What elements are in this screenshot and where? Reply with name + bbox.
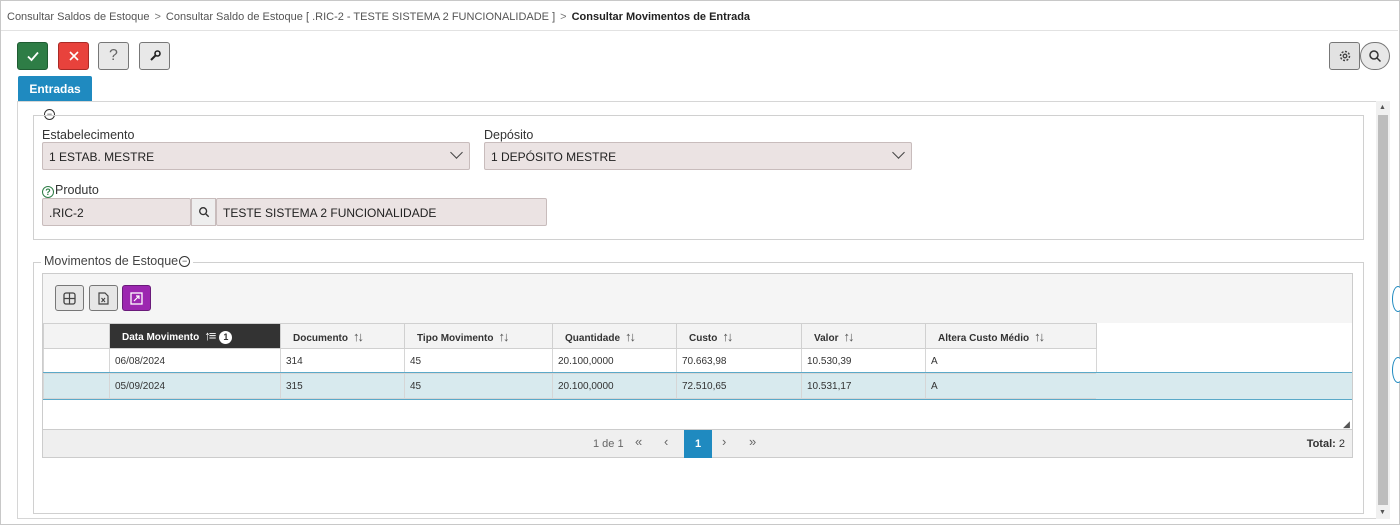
column-header-altera-custo-medio[interactable]: Altera Custo Médio ↑↓ <box>925 323 1097 349</box>
help-icon[interactable]: ? <box>42 186 54 198</box>
table-cell: A <box>925 373 1097 399</box>
table-cell: 06/08/2024 <box>109 348 281 374</box>
sort-icon: ↑↓ <box>353 328 364 344</box>
table-cell: 315 <box>280 373 405 399</box>
scrollbar-thumb[interactable] <box>1378 115 1388 505</box>
sort-order-badge: 1 <box>219 330 233 344</box>
column-header-custo[interactable]: Custo ↑↓ <box>676 323 802 349</box>
sort-icon: ↑↓ <box>625 328 636 344</box>
side-handle-icon[interactable] <box>1392 357 1400 383</box>
row-select-cell[interactable] <box>43 348 110 374</box>
sort-icon: ↑↓ <box>498 328 509 344</box>
table-cell: 20.100,0000 <box>552 348 677 374</box>
selected-row-fill <box>1096 373 1352 399</box>
movimentos-title: Movimentos de Estoque <box>44 254 179 268</box>
settings-button[interactable] <box>1329 42 1360 70</box>
previous-page-button[interactable]: ‹ <box>664 434 668 449</box>
movimentos-legend: Movimentos de Estoque − <box>41 254 194 268</box>
sort-ascending-icon: ↑≡ <box>204 328 216 344</box>
search-icon <box>1369 50 1382 63</box>
column-header-tipo-movimento[interactable]: Tipo Movimento ↑↓ <box>404 323 553 349</box>
table-header-row: Data Movimento ↑≡ 1 Documento ↑↓ Tipo Movim… <box>43 323 1097 349</box>
table-row[interactable]: 05/09/2024 315 45 20.100,0000 72.510,65 … <box>43 373 1097 399</box>
breadcrumb: Consultar Saldos de Estoque > Consultar Sa… <box>7 11 750 23</box>
table-cell: 45 <box>404 373 553 399</box>
tab-entradas[interactable]: Entradas <box>18 76 92 101</box>
breadcrumb-item-saldo[interactable]: Consultar Saldo de Estoque [ .RIC-2 - TE… <box>166 11 555 23</box>
first-page-button[interactable]: « <box>635 434 642 449</box>
movimentos-collapse-icon[interactable]: − <box>179 255 191 267</box>
chevron-down-icon <box>450 146 463 159</box>
scroll-down-icon[interactable]: ▼ <box>1379 509 1386 516</box>
selected-row-border-bottom <box>43 399 1352 400</box>
row-select-cell[interactable] <box>43 373 110 399</box>
total-count: Total: 2 <box>1307 438 1345 450</box>
table-cell: 45 <box>404 348 553 374</box>
sort-icon: ↑↓ <box>843 328 854 344</box>
produto-label: Produto <box>55 183 99 197</box>
search-icon <box>198 207 209 218</box>
help-button[interactable]: ? <box>98 42 129 70</box>
page-info: 1 de 1 <box>593 438 624 450</box>
cancel-button[interactable] <box>58 42 89 70</box>
breadcrumb-item-saldos[interactable]: Consultar Saldos de Estoque <box>7 11 149 23</box>
sort-icon: ↑↓ <box>722 328 733 344</box>
table-cell: 70.663,98 <box>676 348 802 374</box>
table-cell: 72.510,65 <box>676 373 802 399</box>
table-cell: 10.530,39 <box>801 348 926 374</box>
last-page-button[interactable]: » <box>749 434 756 449</box>
column-header-valor[interactable]: Valor ↑↓ <box>801 323 926 349</box>
produto-code-input[interactable]: .RIC-2 <box>42 198 191 226</box>
column-chooser-button[interactable] <box>55 285 84 311</box>
table-cell: 10.531,17 <box>801 373 926 399</box>
column-header-documento[interactable]: Documento ↑↓ <box>280 323 405 349</box>
table-cell: 20.100,0000 <box>552 373 677 399</box>
total-label: Total: <box>1306 438 1336 450</box>
breadcrumb-separator: > <box>154 11 161 23</box>
vertical-scrollbar[interactable]: ▲ ▼ <box>1376 101 1390 519</box>
table-cell: A <box>925 348 1097 374</box>
table-cell: 314 <box>280 348 405 374</box>
confirm-button[interactable] <box>17 42 48 70</box>
produto-label-wrap: ? Produto <box>42 183 99 198</box>
wrench-icon <box>149 50 161 61</box>
movimentos-table: Data Movimento ↑≡ 1 Documento ↑↓ Tipo Movim… <box>43 323 1097 399</box>
breadcrumb-separator: > <box>560 11 567 23</box>
pagination-bar: 1 de 1 « ‹ 1 › » Total: 2 <box>43 429 1352 458</box>
check-icon <box>26 51 39 62</box>
column-header-quantidade[interactable]: Quantidade ↑↓ <box>552 323 677 349</box>
side-handle-icon[interactable] <box>1392 286 1400 312</box>
estabelecimento-value: 1 ESTAB. MESTRE <box>49 150 155 164</box>
expand-icon <box>130 291 143 305</box>
estabelecimento-select[interactable]: 1 ESTAB. MESTRE <box>42 142 470 170</box>
excel-file-icon <box>98 291 109 305</box>
deposito-value: 1 DEPÓSITO MESTRE <box>491 150 617 164</box>
scroll-up-icon[interactable]: ▲ <box>1379 104 1386 111</box>
sort-icon: ↑↓ <box>1034 328 1045 344</box>
next-page-button[interactable]: › <box>722 434 726 449</box>
deposito-select[interactable]: 1 DEPÓSITO MESTRE <box>484 142 912 170</box>
export-excel-button[interactable] <box>89 285 118 311</box>
table-row[interactable]: 06/08/2024 314 45 20.100,0000 70.663,98 … <box>43 348 1097 374</box>
close-icon <box>68 51 79 61</box>
select-column-header <box>43 323 110 349</box>
current-page-button[interactable]: 1 <box>684 430 712 458</box>
grid-icon <box>63 291 76 305</box>
deposito-label: Depósito <box>484 128 534 142</box>
selected-row-border-top <box>43 372 1352 373</box>
total-value: 2 <box>1338 438 1345 450</box>
breadcrumb-current: Consultar Movimentos de Entrada <box>571 11 751 23</box>
tools-button[interactable] <box>139 42 170 70</box>
help-icon: ? <box>109 47 118 64</box>
expand-button[interactable] <box>122 285 151 311</box>
search-button[interactable] <box>1360 42 1390 70</box>
table-cell: 05/09/2024 <box>109 373 281 399</box>
estabelecimento-label: Estabelecimento <box>42 128 135 142</box>
column-header-data-movimento[interactable]: Data Movimento ↑≡ 1 <box>109 323 281 349</box>
produto-search-button[interactable] <box>191 198 216 226</box>
gear-icon <box>1339 50 1350 62</box>
header-divider <box>1 30 1398 31</box>
chevron-down-icon <box>892 146 905 159</box>
produto-description-field: TESTE SISTEMA 2 FUNCIONALIDADE <box>216 198 547 226</box>
